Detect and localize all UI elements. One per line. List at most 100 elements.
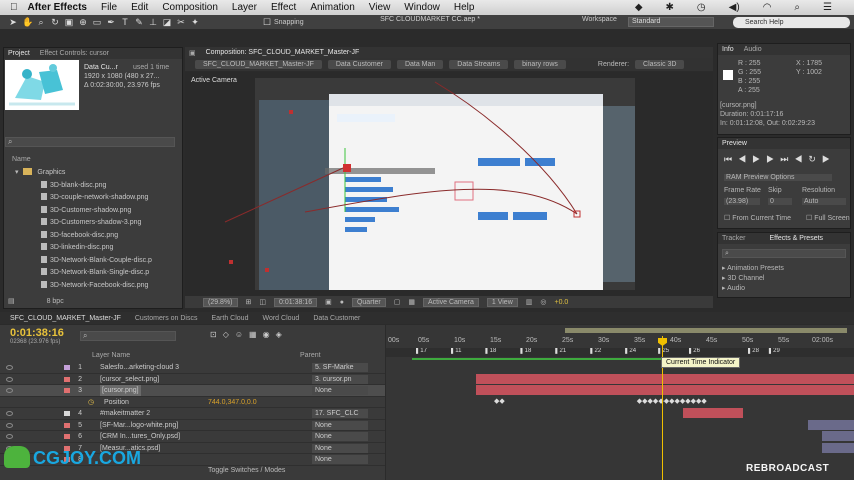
comp-marker-icon[interactable]: ⊡ <box>210 330 223 339</box>
breadcrumb[interactable]: binary rows <box>514 60 566 69</box>
layer-name[interactable]: [SF-Mar...logo-white.png] <box>100 420 178 431</box>
visibility-eye-icon[interactable] <box>6 411 13 416</box>
menu-effect[interactable]: Effect <box>271 2 296 13</box>
bluetooth-icon[interactable]: ✱ <box>666 2 674 13</box>
layer-bar[interactable] <box>476 385 854 395</box>
timecode-display[interactable]: 0:01:38:16 <box>274 297 318 307</box>
ram-preview-icon[interactable]: ▶ <box>822 154 836 164</box>
zoom-tool-icon[interactable]: ⌕ <box>36 17 46 27</box>
position-value[interactable]: 744.0,347.0,0.0 <box>208 397 257 408</box>
effect-category[interactable]: ▸ Animation Presets <box>722 264 784 272</box>
list-icon[interactable]: ☰ <box>823 2 832 13</box>
breadcrumb[interactable]: Data Streams <box>449 60 509 69</box>
play-icon[interactable]: ▶ <box>752 154 766 164</box>
folder-graphics[interactable]: ▾ Graphics <box>3 167 183 180</box>
visibility-eye-icon[interactable] <box>6 365 13 370</box>
menu-window[interactable]: Window <box>404 2 440 13</box>
parent-select[interactable]: None <box>312 420 368 430</box>
app-menu[interactable]: After Effects <box>28 2 87 13</box>
visibility-eye-icon[interactable] <box>6 376 13 382</box>
camera-select[interactable]: Active Camera <box>422 297 479 307</box>
list-item[interactable]: 3D-Network-Facebook-disc.png <box>3 280 183 293</box>
camera-icon[interactable]: ▣ <box>325 298 332 306</box>
timeline-tab-earth-cloud[interactable]: Earth Cloud <box>212 315 249 322</box>
effects-search[interactable]: ⌕ <box>722 249 846 258</box>
keyframes-row[interactable]: ◆◆ ◆◆◆◆◆◆◆◆◆◆◆◆◆ <box>494 397 707 405</box>
label-color-swatch[interactable] <box>64 422 70 428</box>
camera-tool-icon[interactable]: ▣ <box>64 17 74 27</box>
table-row[interactable]: 5 [SF-Mar...logo-white.png] None <box>0 420 385 431</box>
parent-select[interactable]: None <box>312 455 368 464</box>
renderer-select[interactable]: Classic 3D <box>635 60 685 69</box>
parent-header[interactable]: Parent <box>300 352 321 359</box>
layer-bar[interactable] <box>683 408 743 418</box>
toggle-switches-modes[interactable]: Toggle Switches / Modes <box>208 467 285 474</box>
disclosure-triangle-icon[interactable]: ▾ <box>15 169 19 176</box>
loop-icon[interactable]: ↻ <box>808 154 822 164</box>
trash-icon[interactable]: ▤ <box>8 298 15 305</box>
table-row[interactable]: 1 Salesfo...arketing-cloud 3 5. SF-Marke <box>0 362 385 374</box>
audio-icon[interactable]: ◀ <box>794 154 808 164</box>
stopwatch-icon[interactable]: ◷ <box>88 397 94 408</box>
next-frame-icon[interactable]: ▶ <box>766 154 780 164</box>
type-tool-icon[interactable]: T <box>120 17 130 27</box>
timeline-tab-word-cloud[interactable]: Word Cloud <box>262 315 299 322</box>
tab-audio[interactable]: Audio <box>744 46 762 53</box>
project-search[interactable]: ⌕ <box>5 137 175 147</box>
dropbox-icon[interactable]: ◆ <box>635 2 643 13</box>
list-item[interactable]: 3D-Customers-shadow-3.png <box>3 217 183 230</box>
parent-select[interactable]: 5. SF-Marke <box>312 363 368 372</box>
list-item[interactable]: 3D-linkedin-disc.png <box>3 242 183 255</box>
layer-name[interactable]: [cursor_select.png] <box>100 374 159 385</box>
visibility-eye-icon[interactable] <box>6 422 13 428</box>
list-item[interactable]: 3D-Network-Blank-Single-disc.p <box>3 267 183 280</box>
grid-icon[interactable]: ▦ <box>408 298 415 306</box>
composition-title[interactable]: Composition: SFC_CLOUD_MARKET_Master-JF <box>206 49 360 56</box>
layer-name-header[interactable]: Layer Name <box>92 352 130 359</box>
resolution-select[interactable]: Auto <box>802 198 846 205</box>
table-row[interactable]: 2 [cursor_select.png] 3. cursor.pn <box>0 374 385 385</box>
menu-composition[interactable]: Composition <box>162 2 218 13</box>
stamp-tool-icon[interactable]: ⊥ <box>148 17 158 27</box>
region-icon[interactable]: ▢ <box>394 298 401 306</box>
visibility-eye-icon[interactable] <box>6 434 13 439</box>
effect-category[interactable]: ▸ 3D Channel <box>722 274 764 282</box>
tab-project[interactable]: Project <box>8 50 30 57</box>
current-timecode[interactable]: 0:01:38:16 <box>10 327 64 339</box>
layer-bar[interactable] <box>822 443 854 453</box>
snapshot-icon[interactable]: ◫ <box>259 298 266 306</box>
breadcrumb[interactable]: Data Man <box>396 60 444 69</box>
views-select[interactable]: 1 View <box>486 297 518 307</box>
visibility-eye-icon[interactable] <box>6 388 13 393</box>
rotate-tool-icon[interactable]: ↻ <box>50 17 60 27</box>
pan-behind-tool-icon[interactable]: ⊕ <box>78 17 88 27</box>
layer-bar[interactable] <box>808 420 854 430</box>
time-ruler[interactable]: 00s 05s 10s 15s 20s 25s 30s 35s 40s 45s … <box>386 337 854 347</box>
table-row[interactable]: 6 [CRM In...tures_Only.psd] None <box>0 431 385 443</box>
frame-rate-select[interactable]: (23.98) <box>724 198 760 205</box>
parent-select[interactable]: None <box>312 386 368 395</box>
table-row[interactable]: 4 #makeitmatter 2 17. SFC_CLC <box>0 408 385 420</box>
from-current-checkbox[interactable]: ☐ From Current Time <box>724 214 791 222</box>
label-color-swatch[interactable] <box>64 434 70 439</box>
timeline-tab-data-customer[interactable]: Data Customer <box>313 315 360 322</box>
breadcrumb[interactable]: Data Customer <box>327 60 391 69</box>
exposure-value[interactable]: +0.0 <box>554 299 568 306</box>
graph-editor-icon[interactable]: ◈ <box>276 330 288 339</box>
fit-icon[interactable]: ⊞ <box>246 298 252 306</box>
menu-file[interactable]: File <box>101 2 117 13</box>
label-color-swatch[interactable] <box>64 388 70 393</box>
motion-blur-icon[interactable]: ◉ <box>263 330 276 339</box>
effect-category[interactable]: ▸ Audio <box>722 284 745 292</box>
layer-name[interactable]: [cursor.png] <box>100 385 141 396</box>
color-icon[interactable]: ● <box>340 299 344 306</box>
time-machine-icon[interactable]: ◷ <box>697 2 706 13</box>
parent-select[interactable]: None <box>312 443 368 453</box>
menu-edit[interactable]: Edit <box>131 2 148 13</box>
search-help-input[interactable]: Search Help <box>733 17 850 28</box>
list-item[interactable]: 3D-couple-network-shadow.png <box>3 192 183 205</box>
composition-canvas[interactable] <box>185 72 713 296</box>
skip-select[interactable]: 0 <box>768 198 792 205</box>
list-item[interactable]: 3D-facebook-disc.png <box>3 230 183 243</box>
list-item[interactable]: 3D-blank-disc.png <box>3 180 183 193</box>
